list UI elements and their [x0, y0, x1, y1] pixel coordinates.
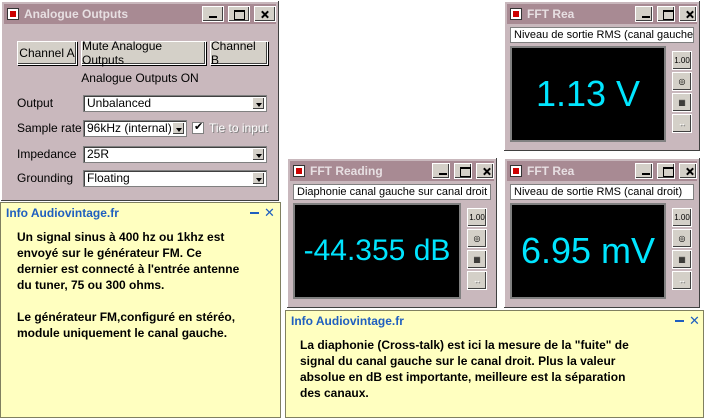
fft-left-window: FFT Rea Niveau de sortie RMS (canal gauc…	[503, 0, 701, 152]
grounding-select[interactable]: Floating	[83, 170, 267, 187]
output-label: Output	[17, 96, 54, 110]
maximize-button[interactable]	[228, 6, 250, 22]
sample-rate-value: 96kHz (internal)	[87, 121, 172, 135]
measurement-value: 6.95 mV	[520, 230, 656, 271]
tip-icon[interactable]: 1.00	[467, 208, 487, 227]
measurement-display: 6.95 mV	[510, 203, 666, 299]
arrows-icon: ↔	[672, 114, 692, 133]
output-select[interactable]: Unbalanced	[83, 95, 267, 112]
measurement-display: -44.355 dB	[293, 203, 461, 299]
close-button[interactable]	[679, 163, 697, 179]
notepad-icon[interactable]: ▦	[672, 93, 692, 112]
note-title: Info Audiovintage.fr	[6, 206, 119, 220]
measurement-label: Niveau de sortie RMS (canal gauche)	[510, 27, 694, 43]
fft-right-window: FFT Rea Niveau de sortie RMS (canal droi…	[503, 157, 701, 309]
note-text: La diaphonie (Cross-talk) est ici la mes…	[300, 337, 629, 401]
minimize-icon[interactable]	[250, 212, 259, 214]
minimize-button[interactable]	[635, 163, 653, 179]
close-button[interactable]	[476, 163, 494, 179]
output-value: Unbalanced	[87, 96, 152, 110]
window-title: FFT Rea	[527, 7, 575, 21]
maximize-button[interactable]	[454, 163, 472, 179]
notepad-icon[interactable]: ▦	[467, 250, 487, 269]
tip-icon[interactable]: 1.00	[672, 208, 692, 227]
close-button[interactable]	[679, 6, 697, 22]
grounding-value: Floating	[87, 171, 130, 185]
chevron-down-icon[interactable]	[252, 148, 265, 161]
app-icon	[509, 7, 523, 21]
info-note-1: Info Audiovintage.fr ✕ Un signal sinus à…	[0, 202, 281, 418]
window-title: Analogue Outputs	[24, 7, 128, 21]
arrows-icon: ↔	[672, 271, 692, 290]
note-line: envoyé sur le générateur FM. Ce	[17, 246, 202, 260]
maximize-button[interactable]	[657, 6, 675, 22]
note-line: des canaux.	[300, 386, 369, 400]
impedance-select[interactable]: 25R	[83, 146, 267, 163]
probe-icon[interactable]: ◎	[672, 72, 692, 91]
chevron-down-icon[interactable]	[252, 97, 265, 110]
close-icon[interactable]: ✕	[689, 313, 700, 329]
outputs-status: Analogue Outputs ON	[81, 71, 199, 85]
note-line: La diaphonie (Cross-talk) est ici la mes…	[300, 338, 629, 352]
minimize-button[interactable]	[635, 6, 653, 22]
measurement-value: 1.13 V	[535, 73, 641, 114]
impedance-label: Impedance	[17, 147, 77, 161]
note-line: signal du canal gauche sur le canal droi…	[300, 354, 616, 368]
note-title: Info Audiovintage.fr	[291, 314, 404, 328]
probe-icon[interactable]: ◎	[467, 229, 487, 248]
maximize-button[interactable]	[657, 163, 675, 179]
app-icon	[6, 7, 20, 21]
measurement-label: Niveau de sortie RMS (canal droit)	[510, 184, 694, 200]
fft-crosstalk-titlebar[interactable]: FFT Reading	[290, 161, 494, 181]
note-line: absolue en dB est importante, meilleure …	[300, 370, 626, 384]
arrows-icon: ↔	[467, 271, 487, 290]
analogue-titlebar[interactable]: Analogue Outputs	[4, 4, 276, 24]
minimize-button[interactable]	[202, 6, 224, 22]
note-line: module uniquement le canal gauche.	[17, 326, 228, 340]
close-button[interactable]	[254, 6, 276, 22]
fft-crosstalk-window: FFT Reading Diaphonie canal gauche sur c…	[286, 157, 498, 309]
tie-to-input-checkbox[interactable]	[192, 120, 204, 134]
analogue-outputs-window: Analogue Outputs Channel A Mute Analogue…	[0, 0, 280, 202]
tie-to-input-label: Tie to input	[209, 121, 268, 135]
note-line: du tuner, 75 ou 300 ohms.	[17, 278, 165, 292]
info-note-2: Info Audiovintage.fr ✕ La diaphonie (Cro…	[285, 310, 704, 418]
notepad-icon[interactable]: ▦	[672, 250, 692, 269]
window-title: FFT Reading	[310, 164, 383, 178]
chevron-down-icon[interactable]	[172, 122, 185, 135]
fft-left-titlebar[interactable]: FFT Rea	[507, 4, 697, 24]
note-line: dernier est connecté à l'entrée antenne	[17, 262, 240, 276]
tip-icon[interactable]: 1.00	[672, 51, 692, 70]
fft-right-titlebar[interactable]: FFT Rea	[507, 161, 697, 181]
minimize-icon[interactable]	[675, 320, 684, 322]
channel-a-button[interactable]: Channel A	[17, 41, 77, 65]
window-title: FFT Rea	[527, 164, 575, 178]
measurement-label: Diaphonie canal gauche sur canal droit	[293, 184, 491, 200]
mute-outputs-button[interactable]: Mute Analogue Outputs	[81, 39, 206, 67]
note-line: Le générateur FM,configuré en stéréo,	[17, 310, 236, 324]
minimize-button[interactable]	[432, 163, 450, 179]
grounding-label: Grounding	[17, 171, 74, 185]
probe-icon[interactable]: ◎	[672, 229, 692, 248]
measurement-display: 1.13 V	[510, 46, 666, 142]
chevron-down-icon[interactable]	[252, 172, 265, 185]
app-icon	[509, 164, 523, 178]
impedance-value: 25R	[87, 147, 110, 161]
measurement-value: -44.355 dB	[303, 234, 451, 267]
note-line: Un signal sinus à 400 hz ou 1khz est	[17, 230, 225, 244]
sample-rate-label: Sample rate	[17, 121, 82, 135]
note-text: Un signal sinus à 400 hz ou 1khz est env…	[17, 229, 239, 341]
channel-b-button[interactable]: Channel B	[210, 39, 268, 67]
sample-rate-select[interactable]: 96kHz (internal)	[83, 120, 187, 137]
app-icon	[292, 164, 306, 178]
close-icon[interactable]: ✕	[264, 205, 275, 221]
